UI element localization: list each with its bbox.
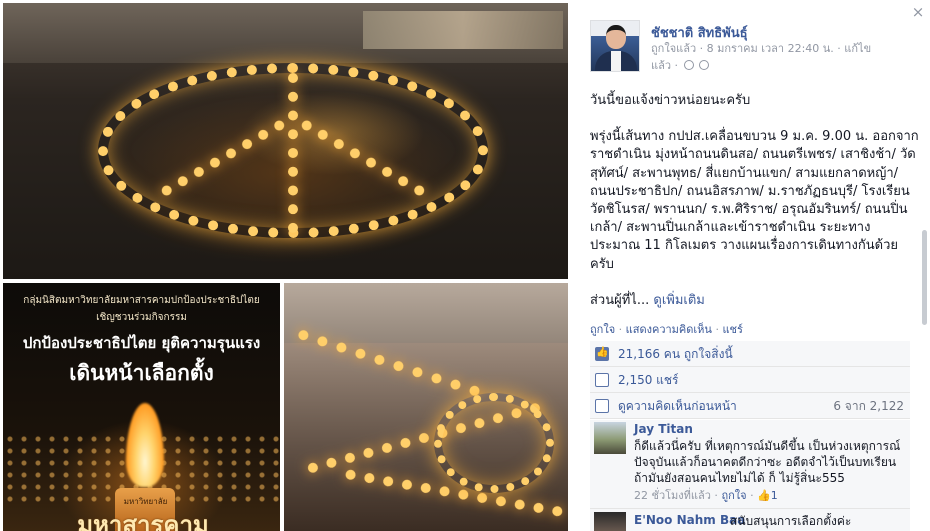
candle-line-vertical [288,73,298,233]
thumbs-up-icon [595,340,609,366]
photo-candle-peace-sign[interactable] [3,3,568,279]
poster-invite: เชิญชวนร่วมกิจกรรม [96,312,187,323]
comment-counter: 6 จาก 2,122 [833,399,904,413]
previous-comments-link[interactable]: ดูความคิดเห็นก่อนหน้า [618,399,737,413]
separator: · [618,323,623,336]
post-text: วันนี้ขอแจ้งข่าวหน่อยนะครับ พรุ่งนี้เส้น… [590,92,920,328]
post-truncated-text: ส่วนผู้ที่ไ... [590,292,650,308]
shares-count[interactable]: 2,150 แชร์ [618,373,679,387]
likes-row[interactable]: 21,166 คน ถูกใจสิ่งนี้ [590,340,910,367]
photo-collage: กลุ่มนิสิตมหาวิทยาลัยมหาสารคามปกป้องประช… [0,0,572,531]
poster-organizer: กลุ่มนิสิตมหาวิทยาลัยมหาสารคามปกป้องประช… [23,295,260,306]
globe-icon[interactable] [699,60,710,70]
post-paragraph-2: พรุ่งนี้เส้นทาง กปปส.เคลื่อนขบวน 9 ม.ค. … [590,129,919,272]
poster-title-2: เดินหน้าเลือกตั้ง [69,361,214,385]
post-actions: ถูกใจ · แสดงความคิดเห็น · แชร์ [590,320,743,338]
comment-text: ก็ดีแล้วนี่ครับ ที่เหตุการณ์มันดีขึ้น เป… [634,439,901,485]
comment-time[interactable]: 22 ชั่วโมงที่แล้ว [634,489,711,502]
feedback-box: 21,166 คน ถูกใจสิ่งนี้ 2,150 แชร์ ดูความ… [590,340,910,419]
comment-like-count[interactable]: 1 [771,489,778,502]
photo-candle-crowd[interactable] [284,283,568,531]
avatar-face [606,25,626,49]
clock-icon [683,60,694,70]
separator: · [715,323,719,336]
commenter-avatar[interactable] [594,512,626,531]
photo-banner [363,11,563,49]
candle-curve [434,393,554,493]
author-avatar[interactable] [590,20,640,72]
see-more-link[interactable]: ดูเพิ่มเติม [653,293,704,308]
share-icon [595,373,609,387]
commenter-name[interactable]: Jay Titan [634,422,693,436]
comment-icon [595,399,609,413]
likes-count[interactable]: 21,166 คน ถูกใจสิ่งนี้ [618,347,733,361]
post-panel: ชัชชาติ สิทธิพันธุ์ ถูกใจแล้ว · 8 มกราคม… [572,0,930,531]
like-link[interactable]: ถูกใจ [590,323,615,336]
comment-meta: 22 ชั่วโมงที่แล้ว · ถูกใจ · 👍1 [634,489,778,502]
comment-like-link[interactable]: ถูกใจ [721,489,746,502]
shares-row[interactable]: 2,150 แชร์ [590,367,910,393]
comment-item: Jay Titan ก็ดีแล้วนี่ครับ ที่เหตุการณ์มั… [590,420,910,508]
commenter-avatar[interactable] [594,422,626,454]
scrollbar[interactable] [922,230,927,325]
poster-title-1: ปกป้องประชาธิปไตย ยุติความรุนแรง [22,334,261,352]
comment-text: สนับสนุนการเลือกตั้งค่ะ [730,514,852,528]
post-meta-line2[interactable]: แล้ว · [651,59,678,72]
share-link[interactable]: แชร์ [722,323,742,336]
post-paragraph-3: ส่วนผู้ที่ไ... ดูเพิ่มเติม [590,292,920,310]
candle-flame [126,403,164,487]
comment-link[interactable]: แสดงความคิดเห็น [626,323,712,336]
poster-university-name: มหาสารคาม [77,511,209,531]
previous-comments-row[interactable]: ดูความคิดเห็นก่อนหน้า 6 จาก 2,122 [590,393,910,419]
post-meta-line1[interactable]: ถูกใจแล้ว · 8 มกราคม เวลา 22:40 น. · แก้… [651,42,871,55]
commenter-name[interactable]: E'Noo Nahm Baa [634,513,745,527]
post-meta: ถูกใจแล้ว · 8 มกราคม เวลา 22:40 น. · แก้… [651,40,913,74]
post-paragraph-1: วันนี้ขอแจ้งข่าวหน่อยนะครับ [590,93,751,108]
photo-event-poster[interactable]: กลุ่มนิสิตมหาวิทยาลัยมหาสารคามปกป้องประช… [3,283,280,531]
thumbs-up-icon: 👍 [757,489,771,502]
comment-item: E'Noo Nahm Baa สนับสนุนการเลือกตั้งค่ะ [590,508,910,531]
avatar-shirt [611,51,621,71]
